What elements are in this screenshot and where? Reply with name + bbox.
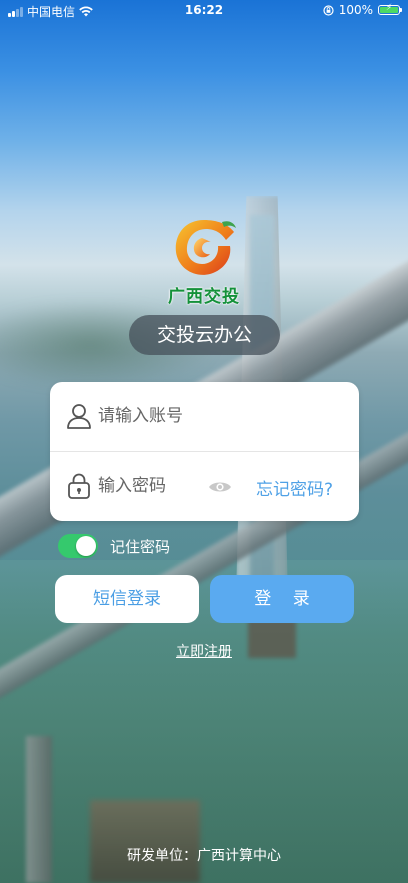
toggle-knob (76, 536, 96, 556)
background-construction (90, 800, 200, 883)
login-button[interactable]: 登 录 (210, 575, 354, 623)
password-row: 忘记密码? (50, 452, 359, 521)
eye-icon[interactable] (208, 480, 232, 494)
brand-logo: 广西交投 (162, 214, 246, 307)
logo-text: 广西交投 (168, 287, 240, 307)
rotation-lock-icon (323, 4, 334, 16)
remember-password-label: 记住密码 (110, 537, 171, 556)
lock-icon (68, 473, 90, 499)
battery-icon: ⚡ (378, 3, 402, 15)
sms-login-button[interactable]: 短信登录 (55, 575, 199, 623)
user-icon (67, 404, 91, 429)
status-right: 100% ⚡ (323, 3, 402, 17)
remember-password-toggle[interactable] (58, 534, 98, 558)
status-bar: 中国电信 16:22 100% ⚡ (0, 0, 408, 20)
app-title: 交投云办公 (129, 315, 280, 355)
remember-password: 记住密码 (58, 534, 170, 558)
forgot-password-link[interactable]: 忘记密码? (256, 475, 333, 500)
login-card: 忘记密码? (50, 382, 359, 521)
register-link[interactable]: 立即注册 (0, 641, 408, 661)
account-input[interactable] (98, 404, 338, 428)
footer-developer: 研发单位：广西计算中心 (127, 848, 281, 864)
logo-emblem-icon (175, 220, 236, 275)
account-row (50, 382, 359, 452)
battery-percent: 100% (338, 3, 373, 17)
